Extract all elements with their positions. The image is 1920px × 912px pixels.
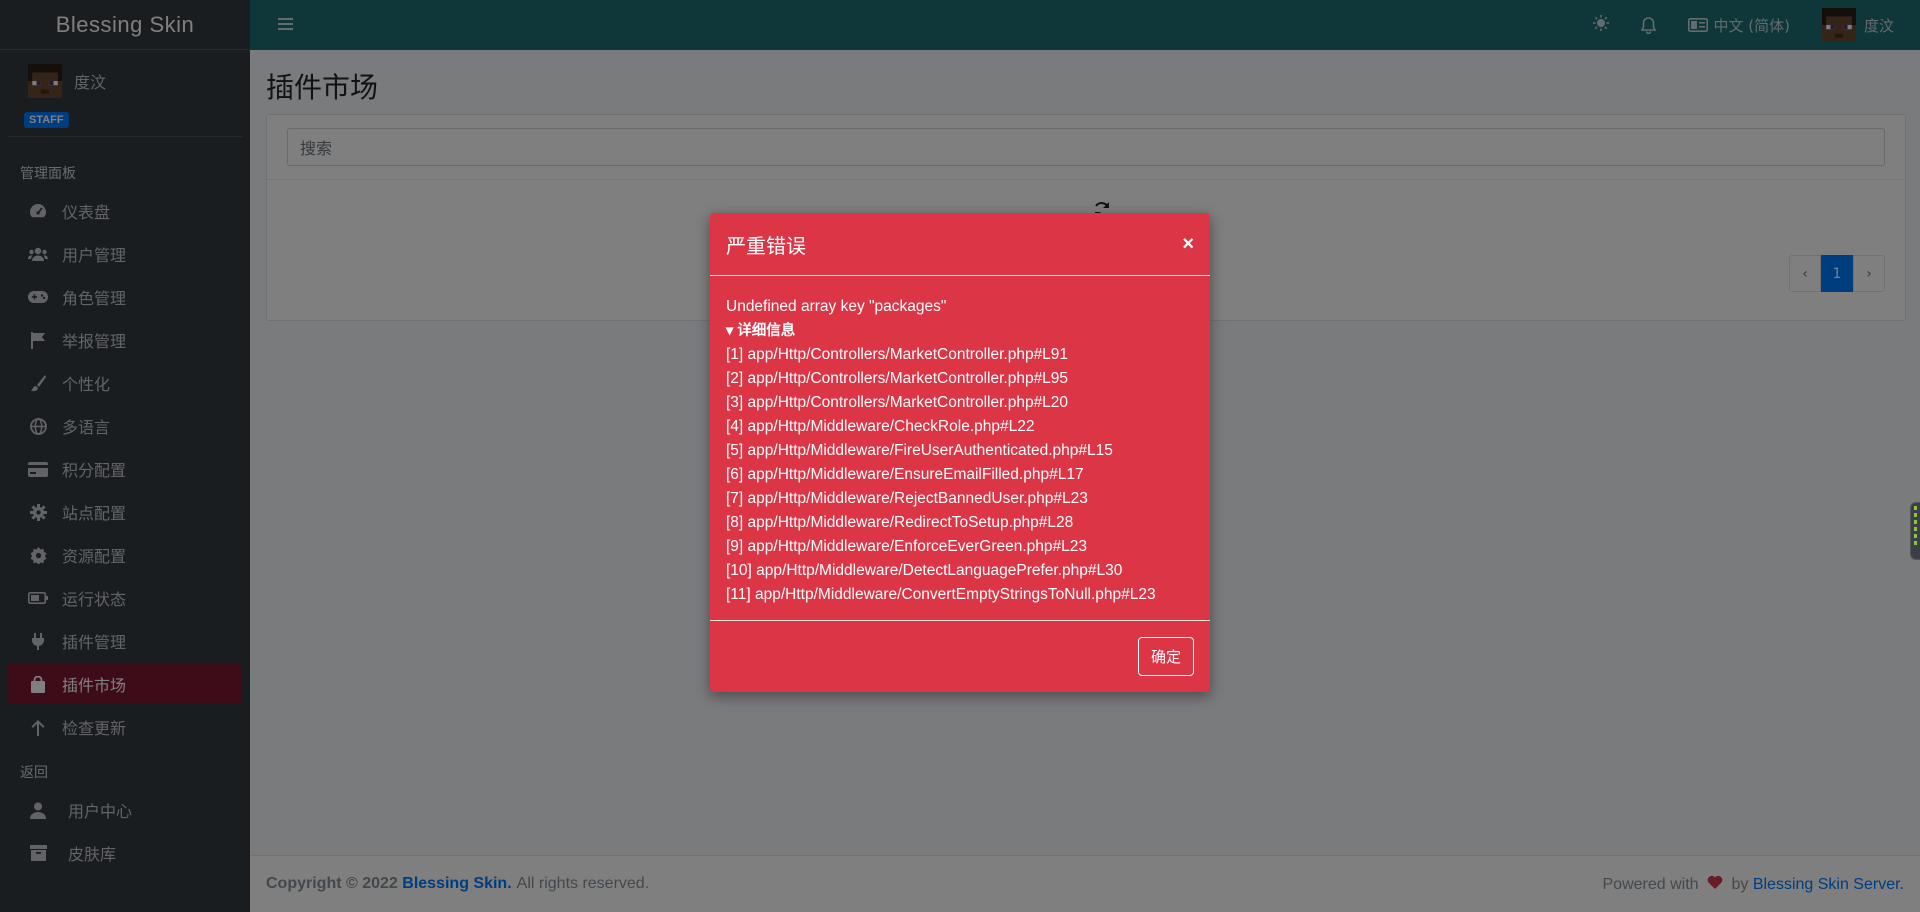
trace-line: [6] app/Http/Middleware/EnsureEmailFille… (726, 466, 1084, 483)
modal-header: 严重错误 × (710, 213, 1210, 276)
trace-line: [11] app/Http/Middleware/ConvertEmptyStr… (726, 586, 1156, 603)
modal-body: Undefined array key "packages" ▾ 详细信息 [1… (710, 276, 1210, 619)
trace-line: [10] app/Http/Middleware/DetectLanguageP… (726, 562, 1123, 579)
trace-line: [3] app/Http/Controllers/MarketControlle… (726, 394, 1069, 411)
close-icon[interactable]: × (1182, 233, 1194, 256)
trace-line: [9] app/Http/Middleware/EnforceEverGreen… (726, 538, 1088, 555)
trace-line: [8] app/Http/Middleware/RedirectToSetup.… (726, 514, 1074, 531)
stack-trace: [1] app/Http/Controllers/MarketControlle… (726, 343, 1194, 607)
error-message: Undefined array key "packages" (726, 298, 947, 315)
trace-line: [4] app/Http/Middleware/CheckRole.php#L2… (726, 418, 1035, 435)
trace-line: [2] app/Http/Controllers/MarketControlle… (726, 370, 1069, 387)
modal-footer: 确定 (710, 620, 1210, 692)
trace-line: [7] app/Http/Middleware/RejectBannedUser… (726, 490, 1088, 507)
modal-title: 严重错误 (726, 235, 806, 258)
error-modal: 严重错误 × Undefined array key "packages" ▾ … (710, 213, 1210, 692)
side-widget-handle[interactable] (1910, 502, 1920, 560)
details-toggle[interactable]: ▾ 详细信息 (726, 319, 1194, 343)
trace-line: [5] app/Http/Middleware/FireUserAuthenti… (726, 442, 1113, 459)
confirm-button[interactable]: 确定 (1137, 637, 1194, 676)
trace-line: [1] app/Http/Controllers/MarketControlle… (726, 346, 1069, 363)
